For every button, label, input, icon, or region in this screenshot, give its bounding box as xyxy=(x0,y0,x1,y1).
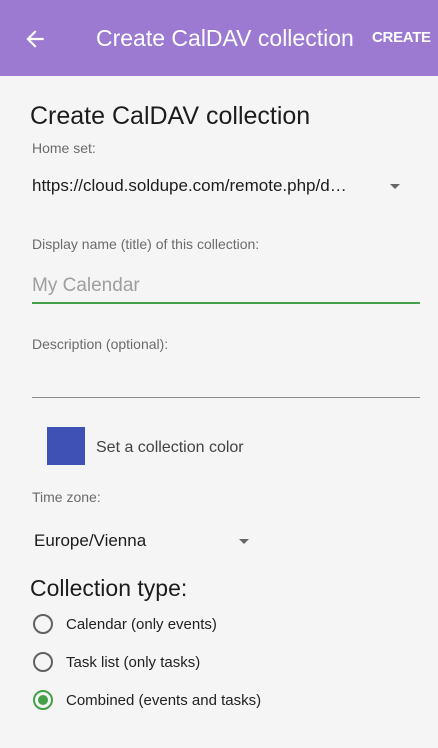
app-toolbar: Create CalDAV collection CREATE xyxy=(0,0,438,76)
create-button[interactable]: CREATE xyxy=(372,28,436,48)
description-input[interactable] xyxy=(32,364,420,396)
radio-unchecked-icon xyxy=(33,614,53,634)
collection-color-label[interactable]: Set a collection color xyxy=(96,438,244,458)
home-set-label: Home set: xyxy=(32,140,96,156)
chevron-down-icon xyxy=(239,539,249,544)
description-underline xyxy=(32,397,420,398)
radio-checked-icon xyxy=(33,690,53,710)
collection-color-swatch[interactable] xyxy=(47,427,85,465)
toolbar-title: Create CalDAV collection xyxy=(96,25,354,51)
radio-task-list[interactable]: Task list (only tasks) xyxy=(33,651,263,677)
home-set-dropdown[interactable]: https://cloud.soldupe.com/remote.php/dav… xyxy=(32,175,402,199)
display-name-underline xyxy=(32,302,420,304)
radio-calendar[interactable]: Calendar (only events) xyxy=(33,613,263,639)
radio-task-list-label: Task list (only tasks) xyxy=(66,654,201,671)
radio-unchecked-icon xyxy=(33,652,53,672)
display-name-field[interactable] xyxy=(32,270,420,304)
chevron-down-icon xyxy=(390,184,400,189)
display-name-label: Display name (title) of this collection: xyxy=(32,236,260,252)
description-label: Description (optional): xyxy=(32,336,169,352)
radio-calendar-label: Calendar (only events) xyxy=(66,616,217,633)
time-zone-value: Europe/Vienna xyxy=(34,531,147,550)
page-title: Create CalDAV collection xyxy=(30,102,311,130)
time-zone-dropdown[interactable]: Europe/Vienna xyxy=(34,530,259,554)
radio-combined-label: Combined (events and tasks) xyxy=(66,692,262,709)
radio-combined[interactable]: Combined (events and tasks) xyxy=(33,689,303,715)
home-set-value: https://cloud.soldupe.com/remote.php/dav… xyxy=(32,176,350,195)
arrow-left-icon[interactable] xyxy=(22,26,48,52)
description-field[interactable] xyxy=(32,364,420,398)
time-zone-label: Time zone: xyxy=(32,489,101,505)
collection-type-title: Collection type: xyxy=(30,575,188,601)
display-name-input[interactable] xyxy=(32,270,420,302)
